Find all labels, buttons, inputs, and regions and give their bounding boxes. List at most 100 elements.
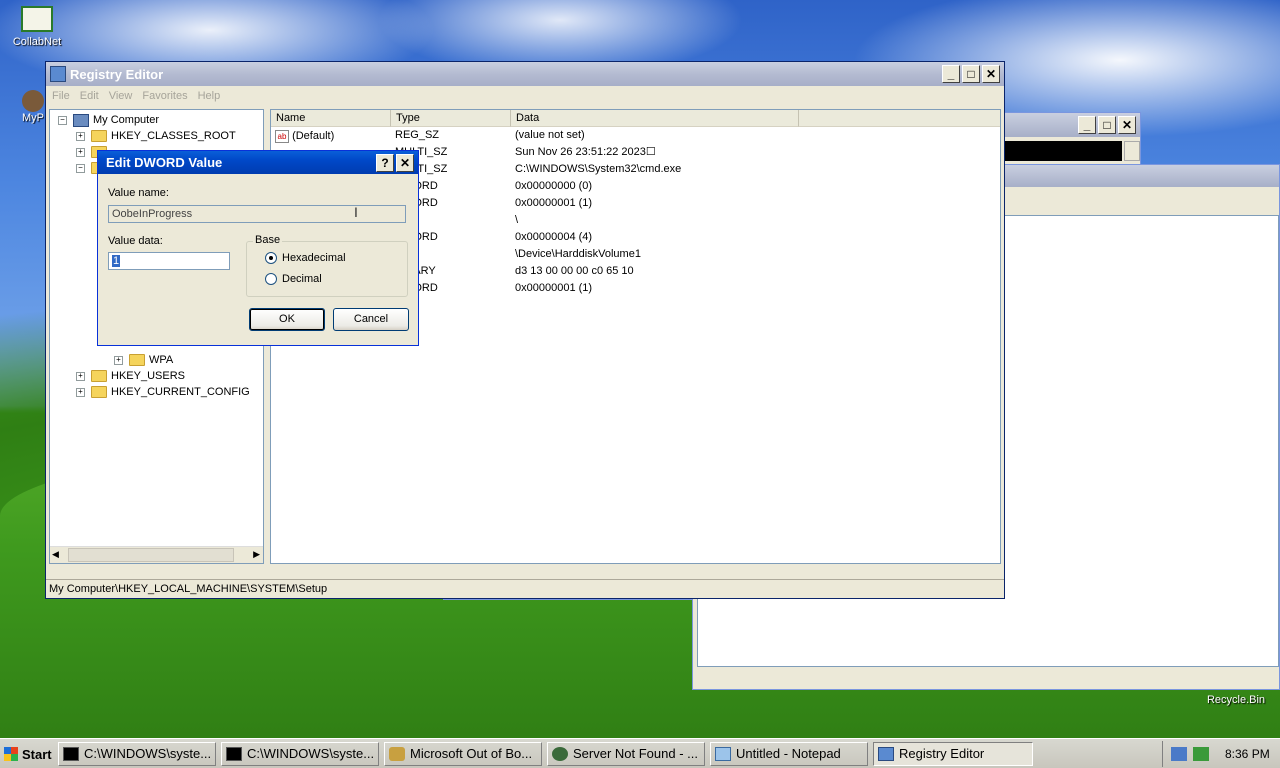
value-data: 0x00000000 (0): [515, 180, 593, 192]
radio-label: Hexadecimal: [282, 252, 346, 264]
taskbar-button-oobe[interactable]: Microsoft Out of Bo...: [384, 742, 542, 766]
start-button[interactable]: Start: [0, 741, 54, 767]
tree-item-my-computer[interactable]: − My Computer: [58, 112, 159, 128]
tree-item-hku[interactable]: + HKEY_USERS: [76, 368, 185, 384]
desktop-icon-recycle-bin[interactable]: Recycle.Bin: [1200, 694, 1272, 706]
task-label: C:\WINDOWS\syste...: [247, 746, 375, 761]
menu-view[interactable]: View: [107, 90, 141, 102]
close-icon[interactable]: ✕: [1118, 116, 1136, 134]
taskbar-button-notepad[interactable]: Untitled - Notepad: [710, 742, 868, 766]
notepad-hscrollbar[interactable]: [697, 667, 1279, 685]
task-label: Microsoft Out of Bo...: [410, 746, 533, 761]
dialog-titlebar[interactable]: Edit DWORD Value ? ✕: [98, 151, 418, 174]
taskbar-button-browser[interactable]: Server Not Found - ...: [547, 742, 705, 766]
string-value-icon: ab: [275, 129, 289, 143]
volume-icon[interactable]: [1193, 747, 1209, 761]
minimize-icon[interactable]: _: [942, 65, 960, 83]
radio-decimal[interactable]: Decimal: [265, 273, 322, 286]
expand-icon[interactable]: +: [76, 371, 85, 381]
value-row-cells[interactable]: MULTI_SZ C:\WINDOWS\System32\cmd.exe: [395, 161, 681, 178]
radio-unselected-icon: [265, 273, 277, 286]
taskbar-button-console-2[interactable]: C:\WINDOWS\syste...: [221, 742, 379, 766]
menu-edit[interactable]: Edit: [78, 90, 107, 102]
tree-label: My Computer: [93, 114, 160, 126]
value-row-cells[interactable]: DWORD0x00000004 (4): [395, 229, 592, 246]
value-row-cells[interactable]: BINARYd3 13 00 00 00 c0 65 10: [395, 263, 634, 280]
notepad-icon: [715, 747, 731, 761]
tree-item-wpa[interactable]: + WPA: [114, 352, 173, 368]
value-row-cells[interactable]: DWORD0x00000001 (1): [395, 195, 592, 212]
column-header-name[interactable]: Name: [271, 110, 391, 127]
start-label: Start: [22, 746, 52, 762]
value-name-label: Value name:: [108, 187, 169, 199]
close-icon[interactable]: ✕: [982, 65, 1000, 83]
value-data-text: 1: [112, 255, 121, 267]
scroll-thumb[interactable]: [68, 548, 234, 562]
network-icon[interactable]: [1171, 747, 1187, 761]
computer-icon: [73, 113, 89, 127]
collapse-icon[interactable]: −: [76, 163, 85, 173]
value-row[interactable]: ab (Default): [275, 128, 334, 145]
my-profile-icon: [22, 90, 44, 112]
taskbar-button-console-1[interactable]: C:\WINDOWS\syste...: [58, 742, 216, 766]
minimize-icon[interactable]: _: [1078, 116, 1096, 134]
expand-icon[interactable]: +: [76, 387, 85, 397]
value-data: Sun Nov 26 23:51:22 2023☐: [515, 146, 656, 158]
expand-icon[interactable]: +: [76, 147, 85, 157]
value-row-cells[interactable]: MULTI_SZ Sun Nov 26 23:51:22 2023☐: [395, 144, 656, 161]
oobe-icon: [389, 747, 405, 761]
folder-icon: [91, 370, 107, 382]
value-row-cells[interactable]: DWORD0x00000000 (0): [395, 178, 592, 195]
taskbar: Start C:\WINDOWS\syste... C:\WINDOWS\sys…: [0, 738, 1280, 768]
registry-editor-titlebar[interactable]: Registry Editor _ □ ✕: [46, 62, 1004, 86]
value-data: 0x00000001 (1): [515, 282, 593, 294]
radio-hexadecimal[interactable]: Hexadecimal: [265, 252, 346, 265]
value-row-cells[interactable]: REG_SZ (value not set): [395, 127, 585, 144]
text-cursor-icon: I: [354, 204, 358, 220]
ok-button[interactable]: OK: [249, 308, 325, 331]
scroll-left-arrow-icon[interactable]: ◀: [52, 549, 59, 560]
column-header-type[interactable]: Type: [391, 110, 511, 127]
console-icon: [63, 747, 79, 761]
value-name: (Default): [292, 130, 335, 142]
value-data: (value not set): [515, 129, 585, 141]
taskbar-button-regedit[interactable]: Registry Editor: [873, 742, 1033, 766]
menu-file[interactable]: File: [50, 90, 78, 102]
column-header-filler: [799, 110, 1000, 127]
value-name-field: OobeInProgress: [108, 205, 406, 223]
maximize-icon[interactable]: □: [962, 65, 980, 83]
expand-icon[interactable]: +: [114, 355, 123, 365]
scroll-up-arrow-icon[interactable]: [1124, 141, 1140, 161]
tree-item-hkcr[interactable]: + HKEY_CLASSES_ROOT: [76, 128, 236, 144]
edit-dword-dialog[interactable]: Edit DWORD Value ? ✕ Value name: OobeInP…: [97, 150, 419, 346]
desktop-icon-label: MyP: [22, 112, 44, 124]
clock[interactable]: 8:36 PM: [1225, 747, 1270, 761]
windows-logo-icon: [4, 747, 18, 761]
desktop-icon-label: CollabNet: [12, 36, 62, 48]
tree-hscrollbar[interactable]: ◀ ▶: [50, 546, 263, 563]
value-data: 0x00000004 (4): [515, 231, 593, 243]
value-row-cells[interactable]: SZ\Device\HarddiskVolume1: [395, 246, 641, 263]
tree-label: WPA: [149, 354, 174, 366]
base-label: Base: [253, 234, 283, 246]
close-icon[interactable]: ✕: [396, 153, 414, 172]
value-data: C:\WINDOWS\System32\cmd.exe: [515, 163, 682, 175]
collapse-icon[interactable]: −: [58, 115, 67, 125]
menu-bar: File Edit View Favorites Help: [46, 86, 1004, 106]
help-icon[interactable]: ?: [376, 153, 394, 172]
expand-icon[interactable]: +: [76, 131, 85, 141]
scroll-right-arrow-icon[interactable]: ▶: [253, 549, 260, 560]
menu-favorites[interactable]: Favorites: [140, 90, 195, 102]
value-row-cells[interactable]: DWORD0x00000001 (1): [395, 280, 592, 297]
tree-item-hkcc[interactable]: + HKEY_CURRENT_CONFIG: [76, 384, 250, 400]
cancel-button[interactable]: Cancel: [333, 308, 409, 331]
console-icon: [226, 747, 242, 761]
desktop-icon-myprofile[interactable]: MyP: [0, 90, 44, 124]
column-header-data[interactable]: Data: [511, 110, 799, 127]
radio-label: Decimal: [282, 273, 322, 285]
menu-help[interactable]: Help: [196, 90, 229, 102]
value-data-input[interactable]: 1: [108, 252, 230, 270]
maximize-icon[interactable]: □: [1098, 116, 1116, 134]
task-label: Registry Editor: [899, 746, 985, 761]
desktop-icon-collabnet[interactable]: CollabNet: [2, 6, 72, 48]
